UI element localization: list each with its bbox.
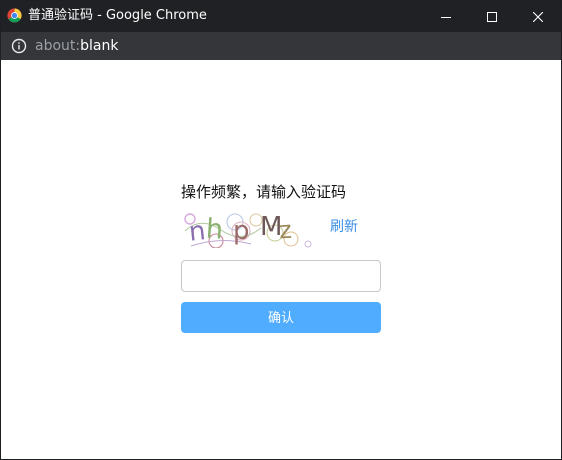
title-bar: 普通验证码 - Google Chrome — [1, 1, 561, 32]
minimize-button[interactable] — [423, 1, 469, 32]
address-bar: about:blank — [1, 32, 561, 60]
url-host: blank — [80, 38, 119, 54]
maximize-button[interactable] — [469, 1, 515, 32]
captcha-char: h — [205, 214, 224, 246]
captcha-image: n h p M z — [184, 212, 312, 248]
chrome-logo-icon — [7, 8, 22, 23]
confirm-button[interactable]: 确认 — [181, 302, 381, 333]
url-scheme: about: — [35, 38, 81, 54]
page-content: 操作频繁，请输入验证码 n h p M z 刷新 确认 — [1, 60, 561, 459]
captcha-prompt: 操作频繁，请输入验证码 — [181, 183, 347, 201]
url-display[interactable]: about:blank — [35, 38, 118, 54]
maximize-icon — [487, 11, 497, 22]
window-title: 普通验证码 - Google Chrome — [28, 8, 207, 23]
browser-window: 普通验证码 - Google Chrome about:blank 操作频繁，请… — [0, 0, 562, 460]
captcha-char: z — [278, 216, 293, 245]
info-icon[interactable] — [11, 38, 27, 54]
refresh-captcha-link[interactable]: 刷新 — [330, 218, 358, 236]
close-button[interactable] — [515, 1, 561, 32]
minimize-icon — [441, 16, 451, 18]
close-icon — [533, 11, 543, 22]
captcha-char: p — [233, 216, 250, 246]
captcha-input[interactable] — [181, 260, 381, 292]
